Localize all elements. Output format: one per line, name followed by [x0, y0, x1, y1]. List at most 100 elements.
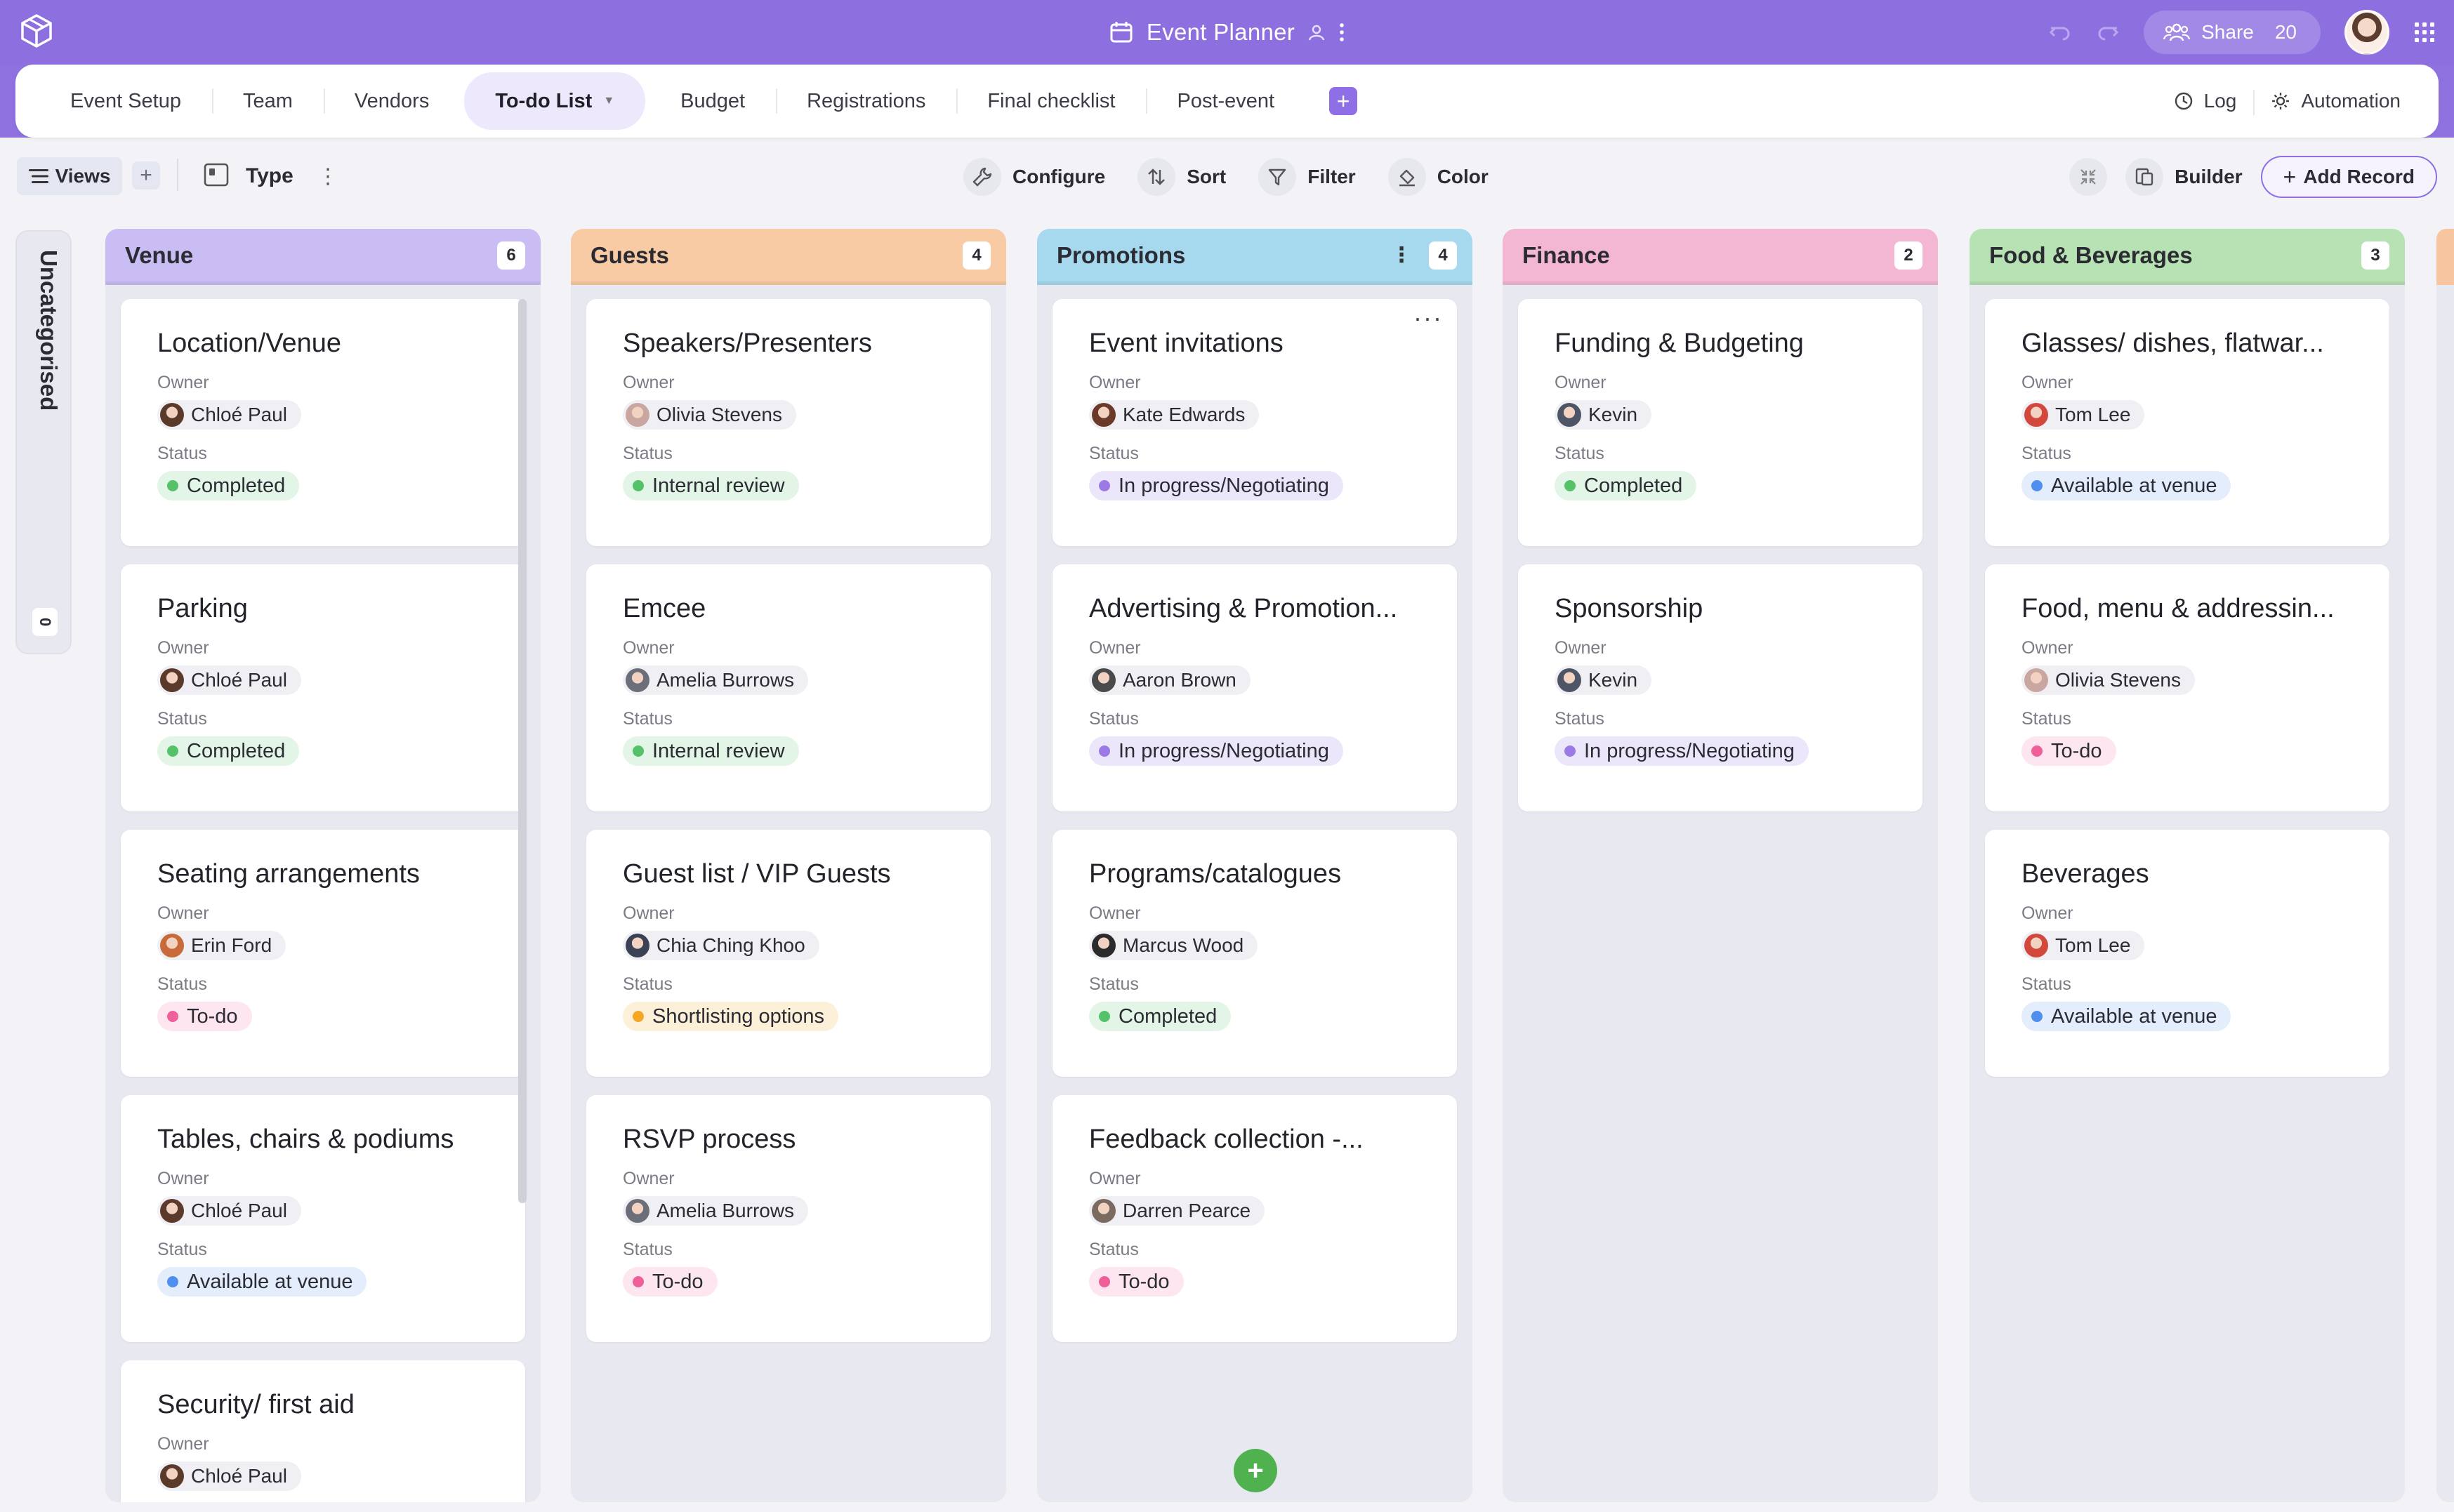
configure-button[interactable]: Configure: [963, 158, 1105, 196]
status-badge[interactable]: Available at venue: [2021, 1002, 2231, 1031]
record-card[interactable]: Location/Venue Owner Chloé Paul Status Compl…: [121, 299, 525, 546]
record-card[interactable]: Emcee Owner Amelia Burrows Status Internal r…: [586, 564, 991, 811]
builder-button[interactable]: Builder: [2125, 158, 2243, 196]
log-button[interactable]: Log: [2156, 90, 2254, 112]
owner-chip[interactable]: Chloé Paul: [157, 1461, 301, 1491]
sort-button[interactable]: Sort: [1137, 158, 1226, 196]
view-more-icon[interactable]: ⋮: [317, 164, 338, 189]
record-card[interactable]: Funding & Budgeting Owner Kevin Status Compl…: [1518, 299, 1922, 546]
owner-chip[interactable]: Olivia Stevens: [623, 400, 796, 430]
column-header[interactable]: Venue 6: [105, 229, 541, 285]
status-badge[interactable]: Completed: [157, 736, 300, 766]
automation-button[interactable]: Automation: [2253, 90, 2417, 115]
status-badge[interactable]: Available at venue: [2021, 471, 2231, 500]
status-badge[interactable]: To-do: [623, 1267, 718, 1297]
owner-chip[interactable]: Erin Ford: [157, 931, 286, 960]
record-card[interactable]: Parking Owner Chloé Paul Status Completed: [121, 564, 525, 811]
column-count: 3: [2361, 241, 2389, 270]
column-header[interactable]: Food & Beverages 3: [1970, 229, 2405, 285]
owner-chip[interactable]: Olivia Stevens: [2021, 665, 2195, 695]
record-card[interactable]: Programs/catalogues Owner Marcus Wood Statu…: [1053, 830, 1457, 1077]
add-record-button[interactable]: + Add Record: [2260, 156, 2437, 198]
column-header[interactable]: Guests 4: [571, 229, 1006, 285]
next-column-edge[interactable]: [2436, 229, 2454, 1502]
status-badge[interactable]: In progress/Negotiating: [1089, 736, 1343, 766]
add-view-button[interactable]: +: [132, 161, 160, 190]
column-menu-icon[interactable]: ⋮: [1391, 243, 1412, 267]
record-card[interactable]: Beverages Owner Tom Lee Status Available at …: [1985, 830, 2389, 1077]
status-badge[interactable]: Shortlisting options: [623, 1002, 839, 1031]
tab-registrations[interactable]: Registrations: [776, 65, 956, 138]
tab-event-setup[interactable]: Event Setup: [39, 65, 212, 138]
record-card[interactable]: Glasses/ dishes, flatwar... Owner Tom Lee S…: [1985, 299, 2389, 546]
owner-name: Kevin: [1588, 669, 1638, 691]
owner-chip[interactable]: Chloé Paul: [157, 400, 301, 430]
column-header[interactable]: Promotions ⋮ 4: [1037, 229, 1472, 285]
more-horizontal-icon[interactable]: ···: [1413, 303, 1443, 333]
redo-icon[interactable]: [2096, 20, 2120, 44]
collapse-button[interactable]: [2069, 158, 2108, 196]
record-card[interactable]: Sponsorship Owner Kevin Status In progress/N…: [1518, 564, 1922, 811]
record-card[interactable]: Seating arrangements Owner Erin Ford Status…: [121, 830, 525, 1077]
column-scrollbar[interactable]: [518, 299, 527, 1203]
owner-chip[interactable]: Kevin: [1555, 665, 1652, 695]
app-logo-icon[interactable]: [18, 13, 55, 49]
record-card[interactable]: ··· Event invitations Owner Kate Edwards Sta…: [1053, 299, 1457, 546]
record-card[interactable]: Advertising & Promotion... Owner Aaron Bro…: [1053, 564, 1457, 811]
apps-grid-icon[interactable]: [2413, 21, 2436, 44]
status-badge[interactable]: Internal review: [623, 736, 799, 766]
owner-chip[interactable]: Aaron Brown: [1089, 665, 1251, 695]
owner-chip[interactable]: Marcus Wood: [1089, 931, 1258, 960]
color-button[interactable]: Color: [1387, 158, 1489, 196]
owner-chip[interactable]: Darren Pearce: [1089, 1196, 1265, 1226]
owner-chip[interactable]: Amelia Burrows: [623, 1196, 809, 1226]
owner-chip[interactable]: Kate Edwards: [1089, 400, 1260, 430]
status-badge[interactable]: In progress/Negotiating: [1089, 471, 1343, 500]
owner-chip[interactable]: Kevin: [1555, 400, 1652, 430]
owner-chip[interactable]: Tom Lee: [2021, 400, 2145, 430]
record-card[interactable]: Security/ first aid Owner Chloé Paul: [121, 1360, 525, 1502]
status-badge[interactable]: Completed: [1555, 471, 1697, 500]
record-card[interactable]: Guest list / VIP Guests Owner Chia Ching K…: [586, 830, 991, 1077]
tab-final-checklist[interactable]: Final checklist: [956, 65, 1146, 138]
undo-icon[interactable]: [2048, 20, 2072, 44]
status-badge[interactable]: In progress/Negotiating: [1555, 736, 1809, 766]
tab-label: Final checklist: [987, 89, 1116, 112]
record-card[interactable]: Food, menu & addressin... Owner Olivia Ste…: [1985, 564, 2389, 811]
record-card[interactable]: Feedback collection -... Owner Darren Pear…: [1053, 1095, 1457, 1342]
tab-team[interactable]: Team: [212, 65, 324, 138]
record-card[interactable]: Speakers/Presenters Owner Olivia Stevens St…: [586, 299, 991, 546]
record-card[interactable]: Tables, chairs & podiums Owner Chloé Paul S…: [121, 1095, 525, 1342]
status-dot: [2031, 480, 2043, 491]
filter-button[interactable]: Filter: [1258, 158, 1356, 196]
more-vertical-icon[interactable]: [1338, 22, 1345, 43]
chevron-down-icon[interactable]: ▼: [603, 95, 614, 107]
status-badge[interactable]: Completed: [1089, 1002, 1232, 1031]
tab-budget[interactable]: Budget: [649, 65, 776, 138]
owner-chip[interactable]: Amelia Burrows: [623, 665, 809, 695]
owner-chip[interactable]: Chloé Paul: [157, 1196, 301, 1226]
status-badge[interactable]: To-do: [157, 1002, 252, 1031]
status-badge[interactable]: To-do: [1089, 1267, 1184, 1297]
uncategorised-column[interactable]: Uncategorised 0: [15, 230, 72, 654]
record-card[interactable]: RSVP process Owner Amelia Burrows Status To-…: [586, 1095, 991, 1342]
views-button[interactable]: Views: [17, 157, 122, 195]
owner-chip[interactable]: Chloé Paul: [157, 665, 301, 695]
tab-to-do-list[interactable]: To-do List ▼: [464, 72, 646, 130]
add-tab-button[interactable]: +: [1329, 87, 1358, 115]
tab-post-event[interactable]: Post-event: [1146, 65, 1305, 138]
tab-vendors[interactable]: Vendors: [323, 65, 460, 138]
owner-chip[interactable]: Tom Lee: [2021, 931, 2145, 960]
app-title[interactable]: Event Planner: [1147, 19, 1295, 46]
user-icon[interactable]: [1307, 23, 1326, 41]
status-badge[interactable]: Completed: [157, 471, 300, 500]
column-header[interactable]: Finance 2: [1503, 229, 1938, 285]
owner-chip[interactable]: Chia Ching Khoo: [623, 931, 819, 960]
add-card-button[interactable]: +: [1234, 1449, 1277, 1492]
user-avatar[interactable]: [2344, 10, 2389, 55]
view-type-label[interactable]: Type: [246, 164, 293, 188]
status-badge[interactable]: Available at venue: [157, 1267, 367, 1297]
status-badge[interactable]: Internal review: [623, 471, 799, 500]
status-badge[interactable]: To-do: [2021, 736, 2116, 766]
share-button[interactable]: Share 20: [2144, 11, 2321, 54]
